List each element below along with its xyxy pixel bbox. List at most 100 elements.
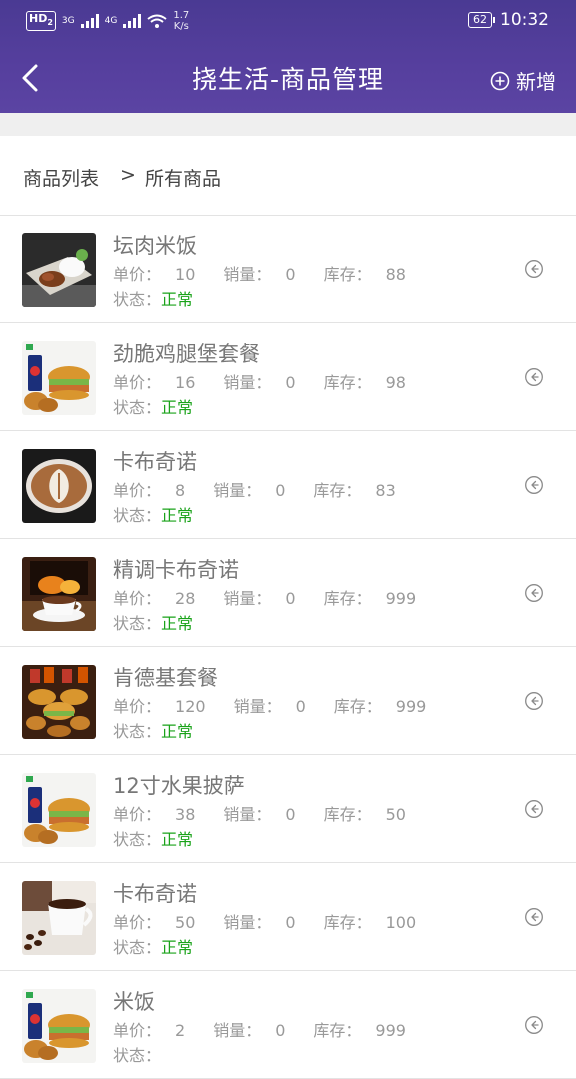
sales-value: 0: [285, 913, 296, 932]
product-row[interactable]: 坛肉米饭 单价： 10 销量： 0 库存： 88 状态：正常: [0, 215, 576, 323]
network-3g-label: 3G: [61, 16, 75, 26]
product-status: 状态：: [113, 1042, 161, 1066]
sales-field: 销量： 0: [213, 481, 299, 500]
stock-label: 库存：: [323, 913, 372, 932]
breadcrumb-parent[interactable]: 商品列表: [23, 164, 99, 191]
product-name: 卡布奇诺: [113, 450, 197, 474]
price-label: 单价：: [113, 481, 162, 500]
clock: 10:32: [500, 10, 549, 30]
sales-value: 0: [285, 805, 296, 824]
product-image: [22, 233, 96, 307]
product-row[interactable]: 12寸水果披萨 单价： 38 销量： 0 库存： 50 状态：正常: [0, 755, 576, 863]
product-name: 劲脆鸡腿堡套餐: [113, 342, 260, 366]
stock-field: 库存： 100: [324, 913, 431, 932]
stock-value: 88: [385, 265, 406, 284]
arrow-left-circle-icon[interactable]: [524, 367, 544, 387]
price-value: 38: [175, 805, 196, 824]
stock-field: 库存： 83: [313, 481, 409, 500]
product-name: 卡布奇诺: [113, 882, 197, 906]
product-row[interactable]: 米饭 单价： 2 销量： 0 库存： 999 状态：: [0, 971, 576, 1079]
stock-value: 999: [395, 697, 427, 716]
price-field: 单价： 120: [113, 697, 220, 716]
sales-value: 0: [285, 265, 296, 284]
sales-field: 销量： 0: [223, 373, 309, 392]
price-value: 120: [175, 697, 206, 716]
product-row[interactable]: 肯德基套餐 单价： 120 销量： 0 库存： 999 状态：正常: [0, 647, 576, 755]
stock-field: 库存： 999: [334, 697, 441, 716]
stock-value: 98: [385, 373, 406, 392]
arrow-left-circle-icon[interactable]: [524, 1015, 544, 1035]
sales-label: 销量：: [223, 913, 272, 932]
price-label: 单价：: [113, 697, 162, 716]
status-value: 正常: [161, 938, 194, 957]
plus-circle-icon: [490, 71, 510, 90]
product-status: 状态：正常: [113, 394, 193, 418]
status-value: 正常: [161, 398, 194, 417]
product-image: [22, 881, 96, 955]
status-value: 正常: [161, 830, 194, 849]
stock-label: 库存：: [323, 265, 372, 284]
arrow-left-circle-icon[interactable]: [524, 799, 544, 819]
arrow-left-circle-icon[interactable]: [524, 583, 544, 603]
product-status: 状态：正常: [113, 286, 193, 310]
product-image: [22, 449, 96, 523]
sales-field: 销量： 0: [223, 265, 309, 284]
price-label: 单价：: [113, 805, 162, 824]
price-label: 单价：: [113, 373, 162, 392]
add-button[interactable]: 新增: [490, 66, 556, 95]
price-label: 单价：: [113, 589, 162, 608]
product-meta: 单价： 8 销量： 0 库存： 83: [113, 477, 424, 501]
product-row[interactable]: 卡布奇诺单价： 8 销量： 0 库存： 83 状态：正常: [0, 431, 576, 539]
arrow-left-circle-icon[interactable]: [524, 475, 544, 495]
app-header: HD2 3G 4G 1.7 K/s 62 10:32 挠生活-商品管理 新增: [0, 0, 576, 113]
breadcrumb-separator: >: [120, 164, 136, 186]
signal-icon-2: [123, 14, 142, 28]
stock-field: 库存： 98: [324, 373, 420, 392]
arrow-left-circle-icon[interactable]: [524, 259, 544, 279]
sales-label: 销量：: [223, 373, 272, 392]
product-image: [22, 989, 96, 1063]
product-row[interactable]: 卡布奇诺单价： 50 销量： 0 库存： 100 状态：正常: [0, 863, 576, 971]
price-label: 单价：: [113, 265, 162, 284]
wifi-icon: [147, 14, 167, 28]
sales-label: 销量：: [213, 481, 262, 500]
product-row[interactable]: 精调卡布奇诺 单价： 28 销量： 0 库存： 999 状态：正常: [0, 539, 576, 647]
breadcrumb-current: 所有商品: [145, 168, 222, 190]
sales-value: 0: [285, 373, 296, 392]
product-status: 状态：正常: [113, 502, 193, 526]
nav-bar: 挠生活-商品管理 新增: [0, 42, 576, 113]
arrow-left-circle-icon[interactable]: [524, 907, 544, 927]
sales-field: 销量： 0: [223, 589, 309, 608]
stock-value: 999: [385, 589, 417, 608]
product-status: 状态：正常: [113, 934, 193, 958]
product-image: [22, 557, 96, 631]
price-value: 50: [175, 913, 196, 932]
price-field: 单价： 8: [113, 481, 199, 500]
section-divider: [0, 113, 576, 136]
status-label: 状态：: [113, 722, 162, 741]
status-label: 状态：: [113, 398, 162, 417]
sales-field: 销量： 0: [223, 805, 309, 824]
sales-value: 0: [295, 697, 306, 716]
status-value: 正常: [161, 614, 194, 633]
price-value: 16: [175, 373, 196, 392]
stock-value: 83: [375, 481, 396, 500]
add-button-label: 新增: [516, 70, 556, 94]
price-field: 单价： 50: [113, 913, 209, 932]
arrow-left-circle-icon[interactable]: [524, 691, 544, 711]
status-label: 状态：: [113, 614, 162, 633]
price-label: 单价：: [113, 913, 162, 932]
price-value: 28: [175, 589, 196, 608]
sales-value: 0: [275, 481, 286, 500]
product-image: [22, 341, 96, 415]
sales-field: 销量： 0: [234, 697, 320, 716]
product-meta: 单价： 10 销量： 0 库存： 88: [113, 261, 434, 285]
product-status: 状态：正常: [113, 826, 193, 850]
stock-value: 100: [385, 913, 417, 932]
status-value: 正常: [161, 506, 194, 525]
product-name: 米饭: [113, 990, 155, 1014]
battery-icon: 62: [468, 12, 495, 28]
product-row[interactable]: 劲脆鸡腿堡套餐单价： 16 销量： 0 库存： 98 状态：正常: [0, 323, 576, 431]
product-meta: 单价： 50 销量： 0 库存： 100: [113, 909, 444, 933]
status-value: 正常: [161, 722, 194, 741]
